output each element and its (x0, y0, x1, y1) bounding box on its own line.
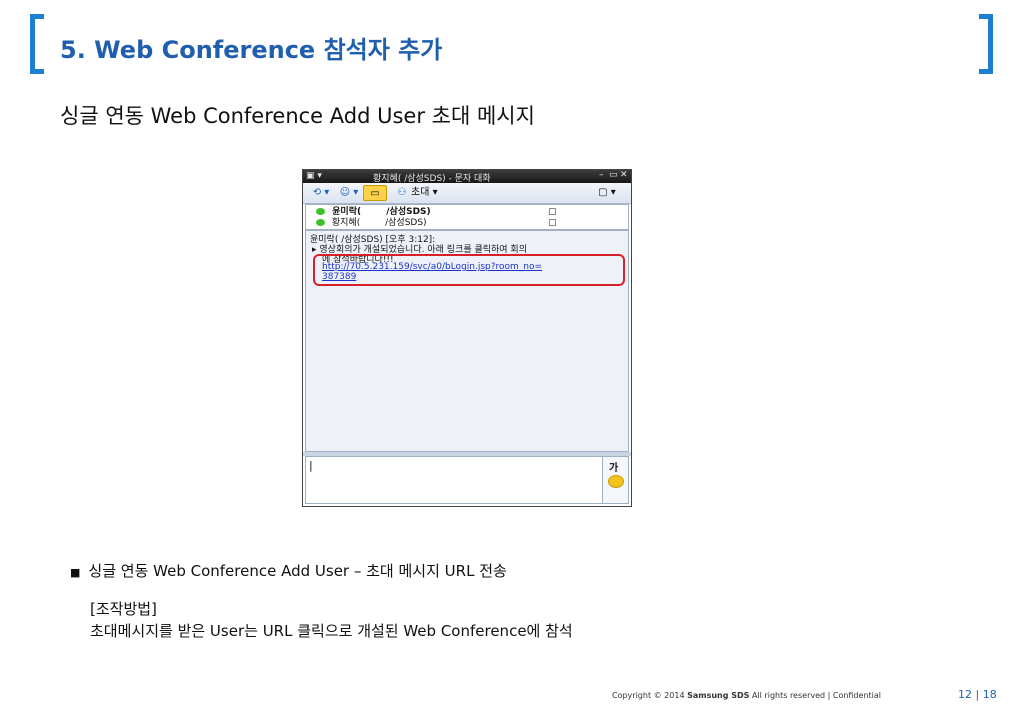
bullet-item: ■ 싱글 연동 Web Conference Add User – 초대 메시지 … (70, 560, 507, 581)
participant-name: 윤미락( (332, 207, 362, 217)
maximize-icon[interactable]: ▭ (609, 170, 618, 180)
invite-button[interactable]: 초대 ▾ (411, 185, 451, 201)
participant-name: 황지혜( (331, 218, 361, 228)
online-status-icon (316, 208, 325, 215)
page-title: 5. Web Conference 참석자 추가 (60, 36, 443, 64)
left-bracket (30, 14, 44, 74)
method-label: [조작방법] (90, 600, 157, 618)
messenger-app-icon[interactable]: ▣ ▾ (306, 171, 322, 181)
message-input[interactable]: | (305, 456, 603, 504)
bullet-icon: ■ (70, 566, 81, 579)
url-highlight-box (313, 254, 625, 286)
invite-label: 초대 (411, 187, 430, 198)
invite-group-icon[interactable]: ⚇ (393, 185, 411, 201)
close-icon[interactable]: ✕ (620, 170, 628, 180)
text-cursor: | (309, 459, 313, 472)
slide-subtitle: 싱글 연동 Web Conference Add User 초대 메시지 (60, 104, 535, 128)
chat-status-icon: ▢ (548, 218, 557, 228)
page-number: 12 | 18 (958, 688, 997, 701)
method-text: 초대메시지를 받은 User는 URL 클릭으로 개설된 Web Confere… (90, 622, 573, 640)
participant-list: 윤미락( /삼성SDS) ▢ 황지혜( /삼성SDS) ▢ (305, 204, 629, 230)
refresh-icon[interactable]: ⟲ ▾ (307, 185, 335, 201)
footer-company: Samsung SDS (687, 691, 750, 700)
emoticon-icon[interactable] (608, 475, 624, 488)
note-icon[interactable]: ▢ ▾ (593, 185, 621, 201)
footer-copyright: Copyright © 2014 Samsung SDS All rights … (612, 691, 882, 700)
right-bracket (979, 14, 993, 74)
minimize-icon[interactable]: – (599, 170, 604, 180)
window-titlebar: ▣ ▾ 황지혜( /삼성SDS) - 문자 대화 – ▭ ✕ (303, 170, 631, 184)
chat-bubble-icon[interactable]: ▭ (363, 185, 387, 201)
online-status-icon (316, 219, 325, 226)
add-user-icon[interactable]: ☺ ▾ (337, 185, 361, 201)
input-toolbar: 가 (603, 456, 629, 504)
participant-org: /삼성SDS) (386, 207, 431, 217)
window-toolbar: ⟲ ▾ ☺ ▾ ▭ ⚇ 초대 ▾ ▢ ▾ (303, 183, 631, 204)
participant-row[interactable]: 황지혜( /삼성SDS) ▢ (316, 217, 557, 229)
messenger-chat-window: ▣ ▾ 황지혜( /삼성SDS) - 문자 대화 – ▭ ✕ ⟲ ▾ ☺ ▾ ▭… (302, 169, 632, 507)
participant-org: /삼성SDS) (385, 218, 427, 228)
bullet-text: 싱글 연동 Web Conference Add User – 초대 메시지 U… (88, 562, 507, 580)
font-button[interactable]: 가 (609, 459, 618, 474)
